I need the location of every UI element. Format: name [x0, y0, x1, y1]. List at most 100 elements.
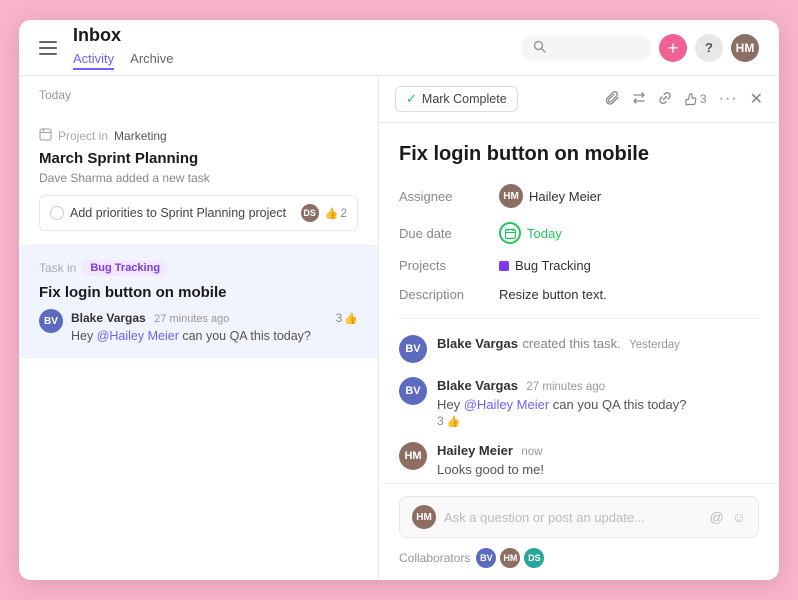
activity-avatar-3: HM	[399, 442, 427, 470]
activity-divider	[399, 318, 759, 319]
like-icon-activity: 👍	[447, 415, 461, 428]
assignee-name: Hailey Meier	[529, 189, 601, 204]
activity-line-1: Blake Vargas created this task. Yesterda…	[437, 335, 759, 353]
help-button[interactable]: ?	[695, 34, 723, 62]
activity-body-1: Blake Vargas created this task. Yesterda…	[437, 335, 759, 353]
item2-comment-author: Blake Vargas	[71, 311, 146, 325]
item2-comment-avatar: BV	[39, 309, 63, 333]
activity-system-text-1: created this task.	[522, 336, 620, 351]
task-main-title: Fix login button on mobile	[399, 143, 759, 166]
user-avatar[interactable]: HM	[731, 34, 759, 62]
item1-task-row: Add priorities to Sprint Planning projec…	[39, 195, 358, 231]
project-icon	[39, 128, 52, 144]
attach-icon[interactable]	[606, 91, 620, 108]
assignee-value: HM Hailey Meier	[499, 184, 601, 208]
reply-input-row[interactable]: HM Ask a question or post an update... @…	[399, 496, 759, 538]
tab-archive[interactable]: Archive	[130, 49, 173, 70]
item1-task-text: Add priorities to Sprint Planning projec…	[50, 206, 286, 220]
main-content: Today Project in Marketing March Sprint …	[19, 76, 779, 580]
page-title: Inbox	[73, 25, 521, 47]
at-icon[interactable]: @	[709, 509, 723, 525]
collaborators-row: Collaborators BV HM DS	[399, 548, 759, 568]
item-project-line: Project in Marketing	[39, 128, 358, 144]
activity-avatar-1: BV	[399, 335, 427, 363]
link-icon[interactable]	[658, 91, 672, 108]
assignee-label: Assignee	[399, 189, 499, 204]
item-context-text: Project in	[58, 129, 108, 143]
add-button[interactable]: +	[659, 34, 687, 62]
activity-author-line-2: Blake Vargas 27 minutes ago	[437, 377, 759, 395]
project-value: Bug Tracking	[499, 258, 591, 273]
item1-subtitle: Dave Sharma added a new task	[39, 171, 358, 185]
search-icon	[533, 40, 546, 56]
item-project-name: Marketing	[114, 129, 167, 143]
activity-mention-2: @Hailey Meier	[464, 397, 549, 412]
like-action[interactable]: 3	[684, 92, 707, 106]
reply-avatar: HM	[412, 505, 436, 529]
activity-author-line-3: Hailey Meier now	[437, 442, 759, 460]
collaborators-label: Collaborators	[399, 551, 470, 565]
project-color-dot	[499, 261, 509, 271]
projects-label: Projects	[399, 258, 499, 273]
activity-time-1: Yesterday	[629, 339, 680, 351]
top-bar-actions: + ? HM	[521, 34, 759, 62]
due-date-label: Due date	[399, 226, 499, 241]
collab-avatar-1: BV	[476, 548, 496, 568]
hamburger-menu-icon[interactable]	[39, 41, 57, 55]
left-panel: Today Project in Marketing March Sprint …	[19, 76, 379, 580]
collab-avatars: BV HM DS	[476, 548, 544, 568]
item2-title: Fix login button on mobile	[39, 284, 358, 301]
description-label: Description	[399, 287, 499, 302]
emoji-icon[interactable]: ☺	[732, 509, 746, 525]
inbox-item-sprint[interactable]: Project in Marketing March Sprint Planni…	[19, 114, 378, 246]
reply-input[interactable]: Ask a question or post an update...	[444, 510, 701, 525]
activity-author-1: Blake Vargas	[437, 336, 518, 351]
item2-comment-text: Hey @Hailey Meier can you QA this today?	[71, 329, 328, 343]
calendar-icon	[499, 222, 521, 244]
like-icon: 👍	[325, 207, 339, 220]
assignee-row: Assignee HM Hailey Meier	[399, 184, 759, 208]
description-value: Resize button text.	[499, 287, 607, 302]
activity-avatar-2: BV	[399, 377, 427, 405]
inbox-tabs: Activity Archive	[73, 49, 521, 70]
due-date-text: Today	[527, 226, 562, 241]
collab-avatar-3: DS	[524, 548, 544, 568]
reply-input-actions: @ ☺	[709, 509, 746, 525]
item2-context-text: Task in	[39, 261, 76, 275]
projects-row: Projects Bug Tracking	[399, 258, 759, 273]
bug-tracking-tag: Bug Tracking	[82, 260, 168, 276]
task-circle-icon	[50, 206, 64, 220]
more-icon[interactable]: ···	[719, 90, 738, 108]
like-count-right: 3	[700, 92, 707, 106]
top-bar: Inbox Activity Archive + ? HM	[19, 20, 779, 76]
search-box[interactable]	[521, 35, 651, 61]
activity-author-2: Blake Vargas	[437, 378, 518, 393]
mark-complete-button[interactable]: ✓ Mark Complete	[395, 86, 518, 112]
activity-item-2: BV Blake Vargas 27 minutes ago Hey @Hail…	[399, 377, 759, 428]
due-date-value[interactable]: Today	[499, 222, 562, 244]
activity-likes-2: 3 👍	[437, 414, 759, 428]
tab-activity[interactable]: Activity	[73, 49, 114, 70]
inbox-item-login[interactable]: Task in Bug Tracking Fix login button on…	[19, 246, 378, 358]
close-icon[interactable]: ✕	[750, 89, 763, 109]
item2-tag-line: Task in Bug Tracking	[39, 260, 358, 276]
section-today-label: Today	[19, 88, 378, 102]
due-date-row: Due date Today	[399, 222, 759, 244]
activity-text-3: Looks good to me!	[437, 462, 759, 477]
item2-comment-row: BV Blake Vargas 27 minutes ago Hey @Hail…	[39, 309, 358, 343]
like-icon-2: 👍	[344, 312, 358, 325]
activity-item-1: BV Blake Vargas created this task. Yeste…	[399, 335, 759, 363]
activity-body-2: Blake Vargas 27 minutes ago Hey @Hailey …	[437, 377, 759, 428]
right-panel-header: ✓ Mark Complete	[379, 76, 779, 123]
item2-comment-time: 27 minutes ago	[154, 313, 229, 325]
repeat-icon[interactable]	[632, 91, 646, 108]
description-row: Description Resize button text.	[399, 287, 759, 302]
activity-time-2: 27 minutes ago	[526, 381, 605, 393]
reply-box-area: HM Ask a question or post an update... @…	[379, 483, 779, 580]
item1-task-assignee-avatar: DS	[301, 204, 319, 222]
item2-mention: @Hailey Meier	[97, 329, 179, 343]
item1-like-count: 👍 2	[325, 206, 347, 220]
item2-comment-author-line: Blake Vargas 27 minutes ago	[71, 309, 328, 327]
activity-item-3: HM Hailey Meier now Looks good to me!	[399, 442, 759, 477]
item1-task-meta: DS 👍 2	[301, 204, 347, 222]
